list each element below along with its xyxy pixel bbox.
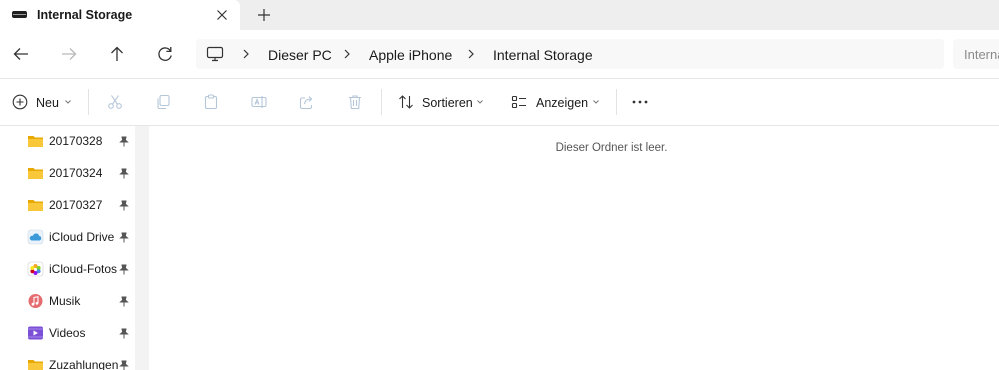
folder-icon [28, 360, 43, 370]
file-list-pane[interactable]: Dieser Ordner ist leer. [149, 126, 999, 370]
search-placeholder: Internal Storage durchsuchen [964, 47, 999, 62]
sidebar-scrollbar[interactable] [135, 126, 149, 370]
pin-icon [119, 200, 129, 211]
copy-icon[interactable] [155, 94, 171, 110]
delete-icon[interactable] [347, 94, 363, 110]
pin-icon [119, 360, 129, 370]
cut-icon[interactable] [107, 94, 123, 110]
music-icon [28, 294, 43, 308]
arrow-left-icon[interactable] [9, 42, 33, 66]
icloud-icon [27, 229, 44, 245]
pin-icon [119, 136, 129, 147]
address-bar[interactable]: Dieser PC Apple iPhone Internal Storage [196, 39, 944, 69]
sidebar-item-20170327[interactable]: 20170327 [0, 190, 135, 220]
folder-icon [28, 200, 43, 211]
photos-icon [27, 261, 44, 277]
pin-icon [119, 264, 129, 275]
sidebar-item-icloud-drive[interactable]: iCloud Drive [0, 222, 135, 252]
sidebar-item-20170328[interactable]: 20170328 [0, 126, 135, 156]
sidebar-item-musik[interactable]: Musik [0, 286, 135, 316]
sidebar-item-label: 20170328 [49, 134, 103, 148]
arrow-right-icon[interactable] [57, 42, 81, 66]
navigation-pane: 20170328 20170324 20170327 iCloud Drive [0, 126, 135, 370]
folder-icon [28, 168, 43, 179]
pin-icon [119, 168, 129, 179]
paste-icon[interactable] [203, 94, 219, 110]
sidebar-item-label: 20170324 [49, 166, 103, 180]
share-icon[interactable] [299, 94, 315, 110]
folder-icon [28, 136, 43, 147]
computer-icon[interactable] [206, 45, 224, 63]
sidebar-item-label: Zuzahlungen [49, 358, 119, 370]
sidebar-item-icloud-fotos[interactable]: iCloud-Fotos [0, 254, 135, 284]
sidebar-item-label: Videos [49, 326, 86, 340]
sidebar-item-label: iCloud-Fotos [49, 262, 118, 276]
sidebar-item-label: 20170327 [49, 198, 103, 212]
sort-button[interactable]: Sortieren [422, 96, 473, 110]
add-circle-icon[interactable] [12, 94, 28, 110]
chevron-right-icon[interactable] [240, 46, 252, 62]
pin-icon [119, 296, 129, 307]
tab-title: Internal Storage [37, 8, 133, 22]
pin-icon [119, 232, 129, 243]
chevron-down-icon[interactable] [592, 98, 600, 106]
close-icon[interactable] [214, 7, 230, 23]
tab-strip: Internal Storage [0, 0, 999, 30]
sidebar-item-videos[interactable]: Videos [0, 318, 135, 348]
view-button[interactable]: Anzeigen [536, 96, 588, 110]
sidebar-item-label: iCloud Drive [49, 230, 115, 244]
view-icon[interactable] [511, 94, 527, 110]
drive-icon [12, 11, 27, 18]
chevron-down-icon[interactable] [64, 98, 72, 106]
new-button[interactable]: Neu [36, 96, 59, 110]
tab-internal-storage[interactable]: Internal Storage [0, 0, 240, 30]
sidebar-item-label: Musik [49, 294, 81, 308]
plus-icon[interactable] [255, 6, 273, 24]
sidebar-item-zuzahlungen[interactable]: Zuzahlungen [0, 350, 135, 370]
navigation-bar: Dieser PC Apple iPhone Internal Storage … [0, 30, 999, 78]
chevron-right-icon[interactable] [341, 46, 353, 62]
separator [381, 89, 382, 115]
sort-icon[interactable] [398, 94, 414, 110]
breadcrumb-dieser-pc[interactable]: Dieser PC [268, 47, 332, 63]
pin-icon [119, 328, 129, 339]
command-bar: Neu Sortieren Anzeigen [0, 79, 999, 125]
separator [616, 89, 617, 115]
refresh-icon[interactable] [153, 42, 177, 66]
empty-folder-message: Dieser Ordner ist leer. [555, 142, 668, 154]
separator [88, 89, 89, 115]
search-input[interactable]: Internal Storage durchsuchen [953, 39, 999, 69]
chevron-right-icon[interactable] [465, 46, 477, 62]
rename-icon[interactable] [251, 94, 267, 110]
breadcrumb-internal-storage[interactable]: Internal Storage [493, 47, 593, 63]
more-icon[interactable] [632, 94, 648, 110]
sidebar-item-20170324[interactable]: 20170324 [0, 158, 135, 188]
arrow-up-icon[interactable] [105, 42, 129, 66]
chevron-down-icon[interactable] [476, 98, 484, 106]
video-icon [28, 326, 43, 340]
breadcrumb-apple-iphone[interactable]: Apple iPhone [369, 47, 452, 63]
